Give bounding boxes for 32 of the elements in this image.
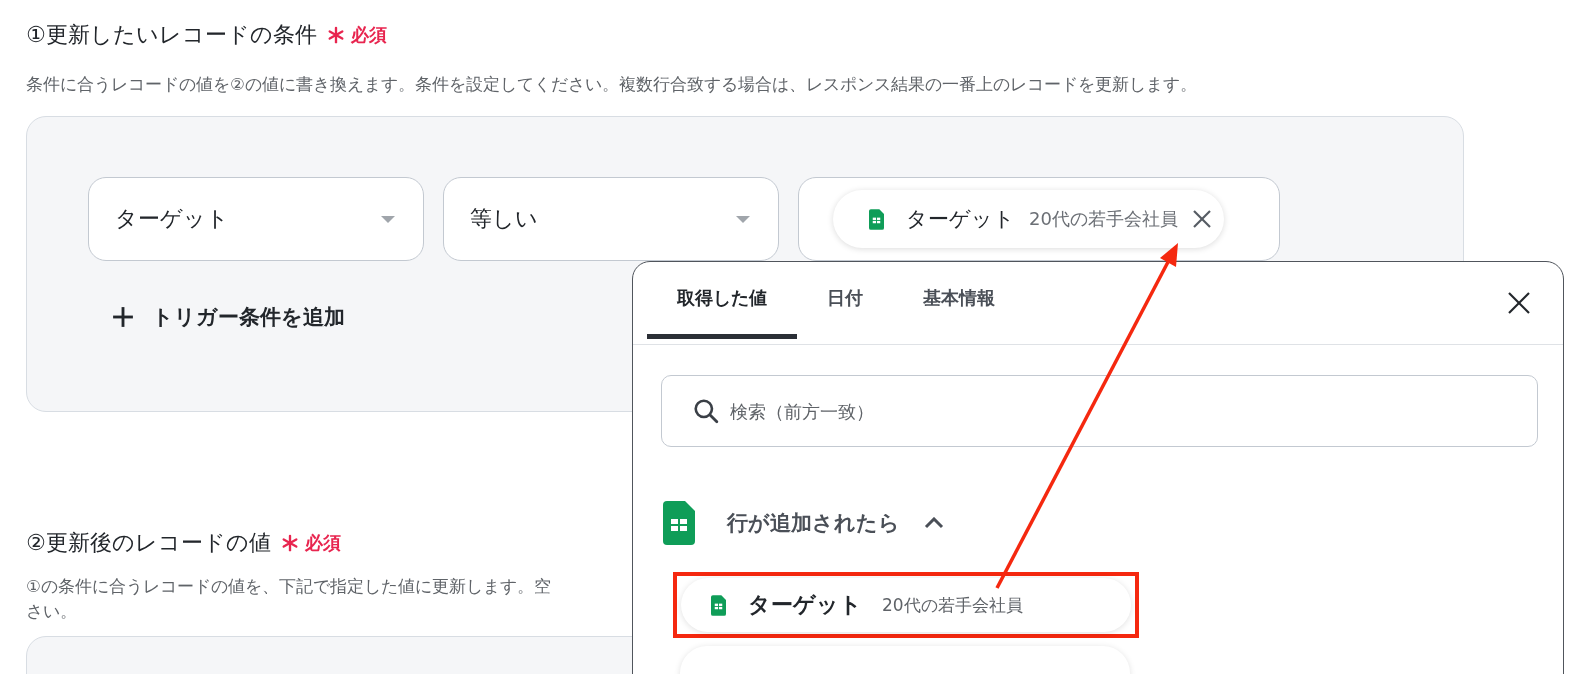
- value-item[interactable]: ターゲット 20代の若手会社員: [681, 578, 1131, 632]
- section-title: ②更新後のレコードの値: [26, 529, 271, 557]
- section-title: ①更新したいレコードの条件: [26, 21, 317, 49]
- spreadsheet-icon: [869, 208, 884, 230]
- operator-dropdown[interactable]: 等しい: [443, 177, 779, 261]
- caret-icon: [381, 216, 395, 223]
- required-label: 必須: [350, 23, 387, 47]
- chevron-icon: [924, 517, 944, 529]
- close-icon[interactable]: [1507, 291, 1531, 315]
- value-field[interactable]: ターゲット 20代の若手会社員: [798, 177, 1280, 261]
- caret-icon: [736, 216, 750, 223]
- asterisk-icon: [280, 534, 299, 552]
- required-label: 必須: [304, 531, 341, 555]
- add-condition-button[interactable]: トリガー条件を追加: [112, 303, 345, 331]
- spreadsheet-icon: [663, 501, 695, 545]
- tab[interactable]: 日付: [797, 262, 893, 339]
- item-value: 20代の若手会社員: [882, 593, 1023, 617]
- chip-label: ターゲット: [906, 206, 1015, 233]
- tab[interactable]: 取得した値: [647, 262, 797, 339]
- description-line: ①の条件に合うレコードの値を、下記で指定した値に更新します。空: [26, 576, 551, 598]
- spreadsheet-icon: [711, 594, 726, 616]
- group-header[interactable]: 行が追加されたら: [663, 501, 944, 545]
- asterisk-icon: [326, 26, 345, 44]
- field-dropdown[interactable]: ターゲット: [88, 177, 424, 261]
- plus-icon: [112, 306, 134, 328]
- tab[interactable]: 基本情報: [893, 262, 1025, 339]
- chip-value: 20代の若手会社員: [1029, 207, 1178, 231]
- search-field[interactable]: 検索（前方一致）: [661, 375, 1538, 447]
- section-description: 条件に合うレコードの値を②の値に書き換えます。条件を設定してください。複数行合致する場合は、レスポンス結果の一番上のレコードを更新します。: [26, 74, 1198, 96]
- item-label: ターゲット: [748, 591, 862, 619]
- description-line: さい。: [26, 601, 77, 623]
- close-icon[interactable]: [1191, 209, 1212, 229]
